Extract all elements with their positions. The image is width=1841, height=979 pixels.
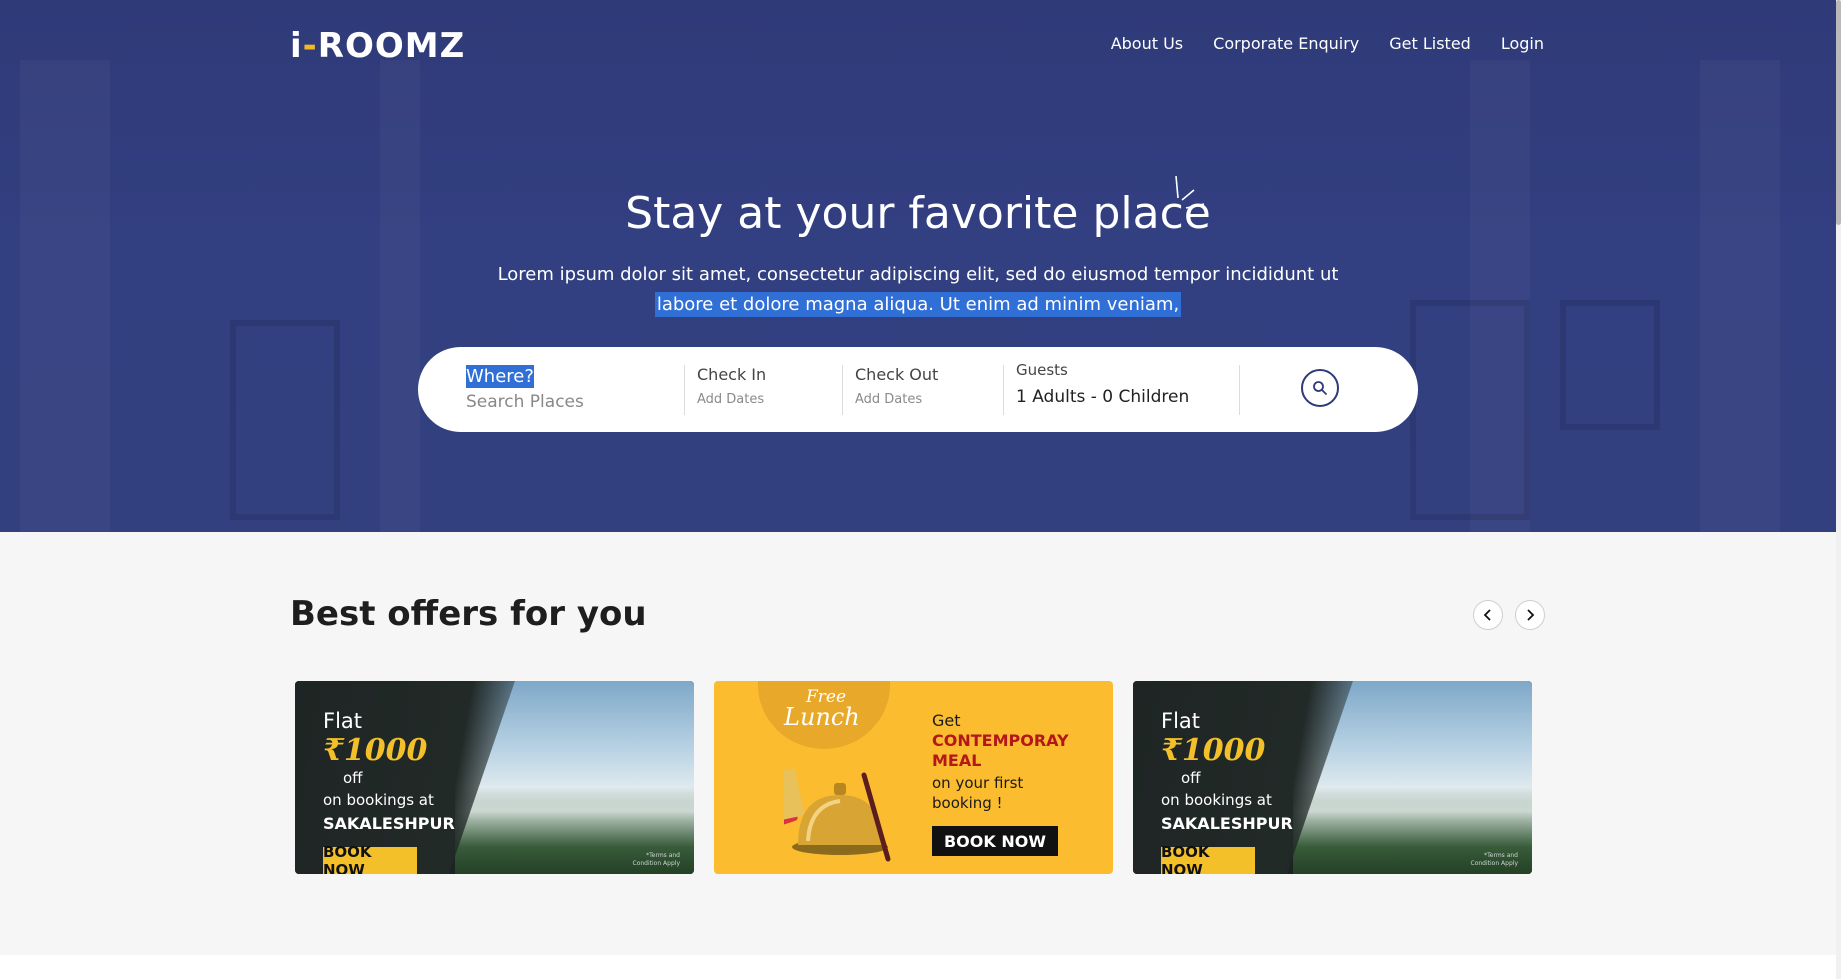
- terms-line1: *Terms and: [1484, 852, 1518, 859]
- offer-terms: *Terms and Condition Apply: [633, 852, 680, 868]
- terms-line2: Condition Apply: [1470, 860, 1518, 867]
- book-now-button[interactable]: BOOK NOW: [323, 843, 417, 874]
- divider: [684, 365, 685, 415]
- guests-label: Guests: [1016, 361, 1068, 379]
- offer-lunch: Lunch: [784, 703, 860, 731]
- where-label: Where?: [466, 365, 534, 388]
- guests-field[interactable]: Guests 1 Adults - 0 Children: [1016, 361, 1236, 411]
- divider: [1003, 365, 1004, 415]
- offer-amount: ₹1000: [323, 733, 428, 768]
- nav-login[interactable]: Login: [1501, 34, 1544, 53]
- hero-title: Stay at your favorite place: [625, 188, 1211, 239]
- guests-value: 1 Adults - 0 Children: [1016, 387, 1190, 407]
- offer-get: Get: [932, 711, 961, 730]
- check-in-value: Add Dates: [697, 392, 765, 407]
- offer-on-bookings: on bookings at: [323, 791, 434, 809]
- terms-line1: *Terms and: [646, 852, 680, 859]
- offer-card[interactable]: Flat ₹1000 off on bookings at SAKALESHPU…: [1133, 681, 1532, 874]
- sparkle-icon: [1175, 175, 1205, 209]
- chevron-right-icon: [1527, 609, 1535, 621]
- carousel-prev-button[interactable]: [1473, 600, 1503, 630]
- logo-text-right: ROOMZ: [317, 26, 466, 66]
- offer-card[interactable]: Flat ₹1000 off on bookings at SAKALESHPU…: [295, 681, 694, 874]
- logo-dash: -: [302, 26, 318, 66]
- terms-line2: Condition Apply: [632, 860, 680, 867]
- scrollbar[interactable]: [1836, 0, 1841, 979]
- offer-flat: Flat: [1161, 709, 1201, 733]
- offer-card-lunch[interactable]: Free Lunch Get CONTEMPORAY MEAL on your …: [714, 681, 1113, 874]
- chevron-left-icon: [1483, 609, 1491, 621]
- offers-title: Best offers for you: [290, 594, 647, 634]
- search-icon: [1313, 381, 1327, 395]
- offer-first-booking: on your first booking !: [932, 774, 1024, 812]
- offer-meal: CONTEMPORAY MEAL: [932, 731, 1069, 770]
- offer-flat: Flat: [323, 709, 363, 733]
- offers-section: Best offers for you Flat ₹1000 off on bo…: [0, 532, 1836, 955]
- offer-terms: *Terms and Condition Apply: [1471, 852, 1518, 868]
- book-now-button[interactable]: BOOK NOW: [932, 826, 1058, 856]
- search-bar: Where? Search Places Check In Add Dates …: [418, 347, 1418, 432]
- offer-amount: ₹1000: [1161, 733, 1266, 768]
- top-nav: About Us Corporate Enquiry Get Listed Lo…: [1111, 34, 1544, 53]
- nav-about-us[interactable]: About Us: [1111, 34, 1183, 53]
- offer-on-bookings: on bookings at: [1161, 791, 1272, 809]
- book-now-button[interactable]: BOOK NOW: [1161, 843, 1255, 874]
- nav-get-listed[interactable]: Get Listed: [1389, 34, 1471, 53]
- scrollbar-thumb[interactable]: [1836, 0, 1841, 225]
- offer-place: SAKALESHPUR: [1161, 814, 1293, 833]
- brand-logo[interactable]: i-ROOMZ: [290, 26, 465, 66]
- service-bell-icon: [784, 768, 891, 862]
- hero-lead-line2-selected: labore et dolore magna aliqua. Ut enim a…: [654, 292, 1182, 317]
- divider: [1239, 365, 1240, 415]
- offer-off: off: [1181, 769, 1201, 787]
- where-placeholder[interactable]: Search Places: [466, 392, 666, 412]
- check-out-value: Add Dates: [855, 392, 923, 407]
- hero-lead-line1: Lorem ipsum dolor sit amet, consectetur …: [497, 264, 1339, 285]
- carousel-next-button[interactable]: [1515, 600, 1545, 630]
- offer-off: off: [343, 769, 363, 787]
- nav-corporate-enquiry[interactable]: Corporate Enquiry: [1213, 34, 1359, 53]
- check-out-field[interactable]: Check Out Add Dates: [855, 365, 995, 415]
- offer-place: SAKALESHPUR: [323, 814, 455, 833]
- hero-lead: Lorem ipsum dolor sit amet, consectetur …: [0, 260, 1836, 320]
- hero-section: i-ROOMZ About Us Corporate Enquiry Get L…: [0, 0, 1836, 532]
- where-field[interactable]: Where? Search Places: [466, 365, 666, 415]
- divider: [842, 365, 843, 415]
- check-out-label: Check Out: [855, 365, 939, 384]
- check-in-label: Check In: [697, 365, 767, 384]
- logo-text-left: i: [290, 26, 303, 66]
- page-footer-edge: [0, 955, 1836, 979]
- check-in-field[interactable]: Check In Add Dates: [697, 365, 837, 415]
- search-button[interactable]: [1301, 369, 1339, 407]
